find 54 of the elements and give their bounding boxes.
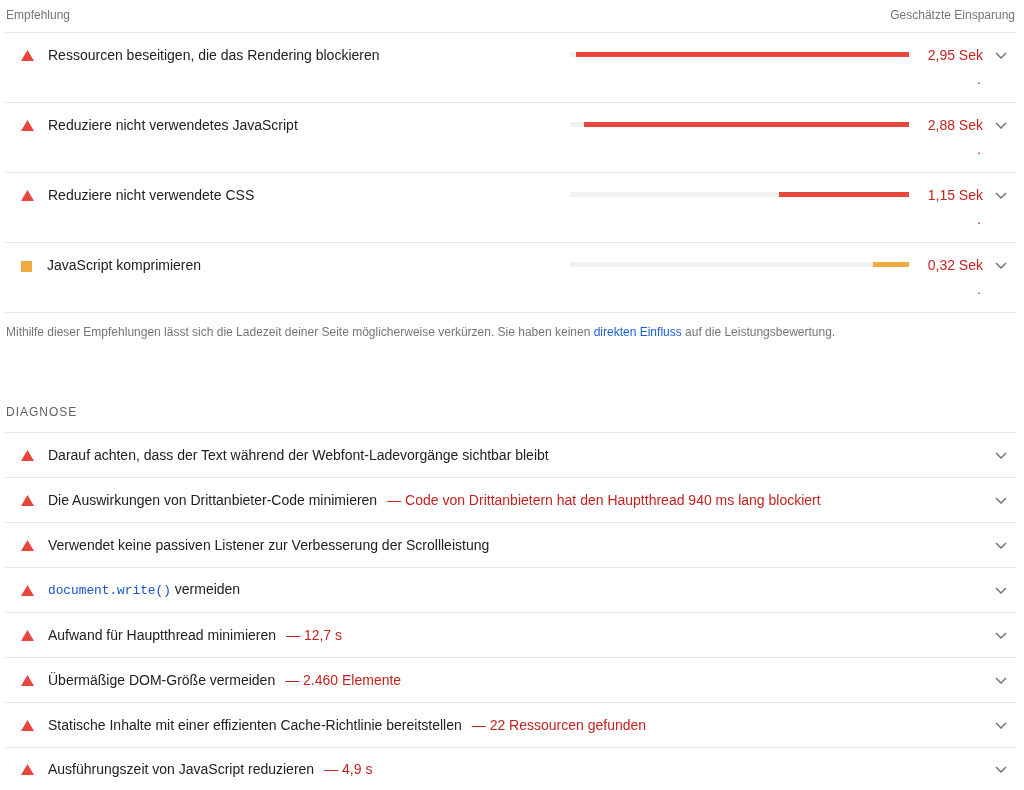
diagnostic-detail: — 22 Ressourcen gefunden <box>471 716 647 735</box>
triangle-icon <box>21 629 34 641</box>
savings-value: 2,88 Sek <box>927 116 983 135</box>
savings-value: 2,95 Sek <box>927 46 983 65</box>
opportunity-title: Reduziere nicht verwendete CSS <box>48 186 255 205</box>
triangle-icon <box>21 539 34 551</box>
diagnostic-title: Die Auswirkungen von Drittanbieter-Code minimieren <box>48 491 378 510</box>
chevron-down-icon[interactable] <box>995 192 1007 199</box>
chevron-down-icon[interactable] <box>995 765 1007 773</box>
influence-link[interactable]: direkten Einfluss <box>593 325 682 339</box>
section-heading: DIAGNOSE <box>5 404 1015 433</box>
savings-value: 0,32 Sek <box>927 256 983 275</box>
triangle-icon <box>21 50 34 61</box>
opportunity-title: Ressourcen beseitigen, die das Rendering blockieren <box>48 46 380 65</box>
diagnostic-title: Darauf achten, dass der Text während der Webfont-Ladevorgänge sichtbar bleibt <box>48 446 549 465</box>
opportunity-title: Reduziere nicht verwendetes JavaScript <box>48 116 298 135</box>
chevron-down-icon[interactable] <box>995 451 1007 459</box>
diagnostic-detail: — 12,7 s <box>286 626 343 645</box>
savings-suffix: . <box>977 280 981 299</box>
chevron-down-icon[interactable] <box>995 122 1007 129</box>
triangle-icon <box>21 674 34 686</box>
diagnostic-detail: — 4,9 s <box>324 760 373 779</box>
chevron-down-icon[interactable] <box>995 586 1007 594</box>
triangle-icon <box>21 719 34 731</box>
diagnostic-title: Aufwand für Hauptthread minimieren <box>48 626 276 645</box>
savings-suffix: . <box>977 210 981 229</box>
triangle-icon <box>21 494 34 506</box>
column-heading: Empfehlung <box>6 7 71 24</box>
diagnostic-title: Statische Inhalte mit einer effizienten Cache-Richtlinie bereitstellen <box>48 716 462 735</box>
diagnostic-title: document.write() vermeiden <box>48 580 241 600</box>
chevron-down-icon[interactable] <box>995 631 1007 639</box>
opportunity-title: JavaScript komprimieren <box>47 256 202 275</box>
triangle-icon <box>21 449 34 461</box>
diagnostic-title: Ausführungszeit von JavaScript reduzieren <box>48 760 315 779</box>
savings-value: 1,15 Sek <box>927 186 983 205</box>
savings-suffix: . <box>977 140 981 159</box>
savings-suffix: . <box>977 70 981 89</box>
chevron-down-icon[interactable] <box>995 496 1007 504</box>
triangle-icon <box>21 584 34 596</box>
triangle-icon <box>21 120 34 131</box>
diagnostic-title: Übermäßige DOM-Größe vermeiden <box>48 671 276 690</box>
diagnostic-detail: — 2.460 Elemente <box>285 671 402 690</box>
triangle-icon <box>21 763 34 775</box>
diagnostic-title: Verwendet keine passiven Listener zur Verbesserung der Scrollleistung <box>48 536 490 555</box>
square-icon <box>21 261 32 272</box>
diagnostic-detail: — Code von Drittanbietern hat den Hauptthread 940 ms lang blockiert <box>387 491 821 510</box>
chevron-down-icon[interactable] <box>995 52 1007 59</box>
recommendation-note: Mithilfe dieser Empfehlungen lässt sich die Ladezeit deiner Seite möglicherweise verkürzen. Sie haben keinen direkten Einfluss auf die Leistungsbewertung. <box>6 324 837 340</box>
column-heading: Geschätzte Einsparung <box>890 7 1015 24</box>
chevron-down-icon[interactable] <box>995 541 1007 549</box>
chevron-down-icon[interactable] <box>995 676 1007 684</box>
chevron-down-icon[interactable] <box>995 262 1007 269</box>
triangle-icon <box>21 190 34 201</box>
chevron-down-icon[interactable] <box>995 721 1007 729</box>
